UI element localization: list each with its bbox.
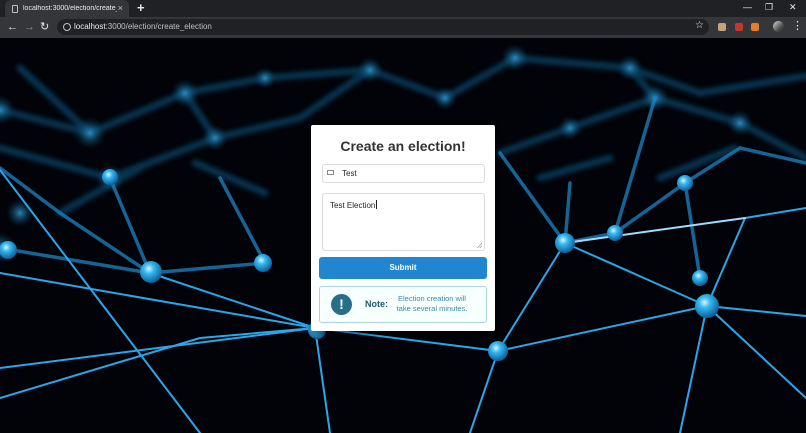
extension-icon-2[interactable] (735, 23, 743, 31)
text-cursor (376, 200, 378, 209)
new-tab-button[interactable]: + (137, 1, 145, 15)
restore-button[interactable]: ❐ (765, 1, 773, 13)
browser-tab[interactable]: localhost:3000/election/create_el × (5, 0, 129, 17)
note-label: Note: (365, 299, 388, 309)
page-title: Create an election! (340, 138, 466, 154)
exclamation-circle-icon: ! (331, 294, 352, 315)
reload-button[interactable]: ↻ (40, 21, 49, 33)
address-bar[interactable]: localhost:3000/election/create_election … (57, 19, 709, 35)
close-window-button[interactable]: ✕ (789, 1, 797, 13)
forward-button[interactable]: → (24, 21, 35, 33)
id-card-icon (327, 170, 334, 175)
election-description-textarea[interactable]: Test Election (322, 193, 485, 251)
tab-title: localhost:3000/election/create_el (23, 5, 117, 12)
url-text: localhost:3000/election/create_election (74, 22, 212, 31)
create-election-card: Create an election! Test Test Election S… (311, 125, 495, 331)
election-name-value: Test (342, 169, 357, 178)
browser-tab-strip: localhost:3000/election/create_el × + — … (0, 0, 806, 17)
note-text: Election creation will take several minu… (396, 294, 468, 313)
minimize-button[interactable]: — (743, 1, 752, 13)
url-host: localhost (74, 22, 106, 31)
site-info-icon[interactable] (63, 23, 71, 31)
description-text: Test Election (330, 201, 376, 210)
election-name-input[interactable]: Test (322, 164, 485, 183)
extension-icon-1[interactable] (718, 23, 726, 31)
browser-toolbar: ← → ↻ localhost:3000/election/create_ele… (0, 17, 806, 38)
info-message: ! Note: Election creation will take seve… (319, 286, 487, 323)
election-description-value: Test Election (330, 200, 378, 210)
extension-icon-3[interactable] (751, 23, 759, 31)
back-button[interactable]: ← (7, 21, 18, 33)
submit-button[interactable]: Submit (319, 257, 487, 279)
browser-menu-icon[interactable]: ⋮ (792, 20, 803, 32)
bookmark-star-icon[interactable]: ☆ (695, 20, 704, 31)
resize-grip-icon[interactable] (477, 243, 482, 248)
tab-close-icon[interactable]: × (118, 3, 123, 13)
page-viewport: Create an election! Test Test Election S… (0, 38, 806, 433)
document-icon (12, 4, 18, 13)
profile-avatar[interactable] (773, 21, 784, 32)
url-path: :3000/election/create_election (105, 22, 212, 31)
